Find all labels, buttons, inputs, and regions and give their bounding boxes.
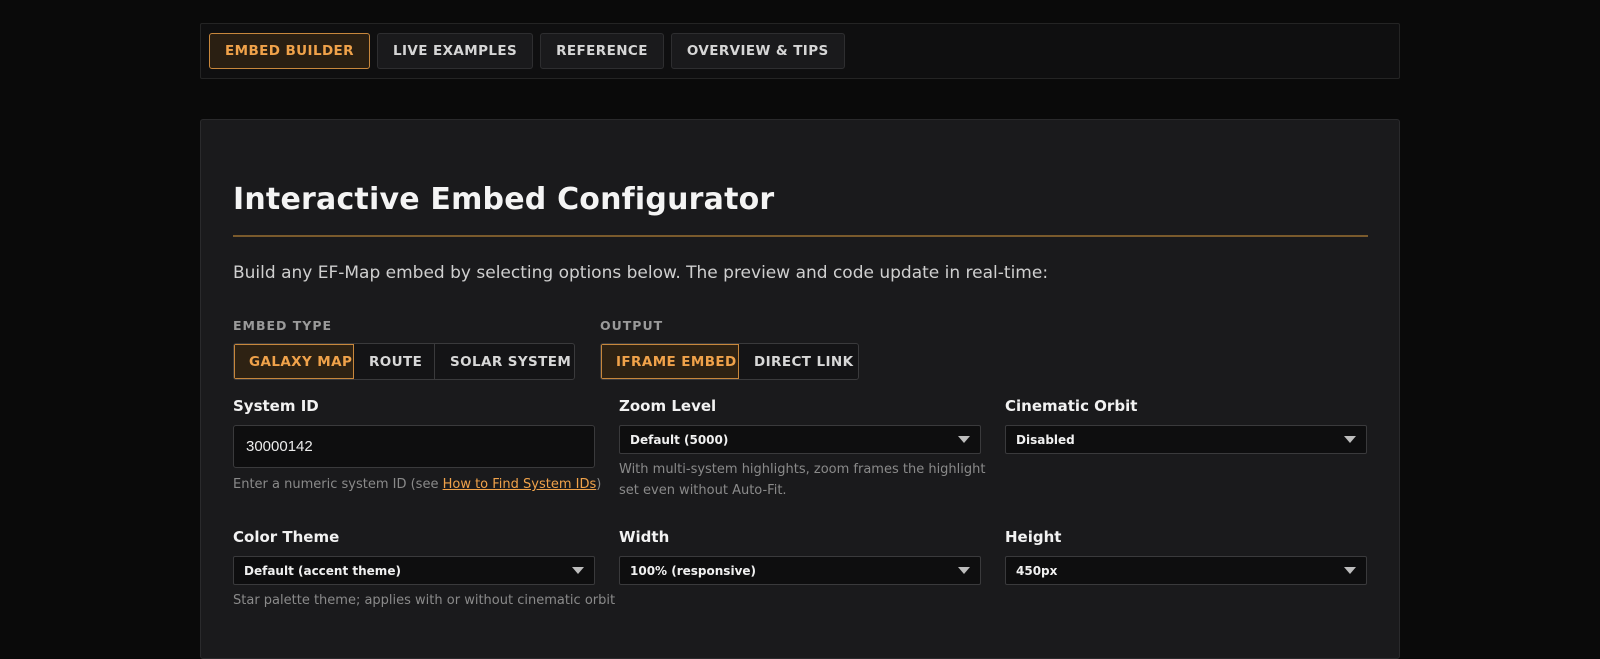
color-theme-label: Color Theme (233, 528, 340, 546)
chevron-down-icon (572, 567, 584, 574)
chevron-down-icon (1344, 567, 1356, 574)
tab-reference[interactable]: REFERENCE (540, 33, 664, 69)
chevron-down-icon (1344, 436, 1356, 443)
embed-type-segmented: GALAXY MAP ROUTE SOLAR SYSTEM (233, 343, 575, 380)
cinematic-orbit-value: Disabled (1016, 432, 1075, 447)
chevron-down-icon (958, 436, 970, 443)
embed-type-galaxy-map[interactable]: GALAXY MAP (234, 344, 354, 379)
zoom-level-label: Zoom Level (619, 397, 717, 415)
output-label: OUTPUT (600, 318, 664, 333)
chevron-down-icon (958, 567, 970, 574)
configurator-panel: Interactive Embed Configurator Build any… (200, 119, 1400, 659)
cinematic-orbit-select[interactable]: Disabled (1005, 425, 1367, 454)
intro-text: Build any EF-Map embed by selecting opti… (233, 263, 1049, 283)
color-theme-value: Default (accent theme) (244, 563, 401, 578)
embed-type-route[interactable]: ROUTE (354, 344, 435, 379)
title-divider (233, 235, 1368, 237)
page-title: Interactive Embed Configurator (233, 182, 775, 217)
width-select[interactable]: 100% (responsive) (619, 556, 981, 585)
system-id-input[interactable] (233, 425, 595, 468)
zoom-level-help: With multi-system highlights, zoom frame… (619, 462, 986, 498)
height-select[interactable]: 450px (1005, 556, 1367, 585)
zoom-level-value: Default (5000) (630, 432, 729, 447)
cinematic-orbit-label: Cinematic Orbit (1005, 397, 1138, 415)
zoom-level-select[interactable]: Default (5000) (619, 425, 981, 454)
system-id-label: System ID (233, 397, 319, 415)
system-id-help: Enter a numeric system ID (see How to Fi… (233, 477, 602, 492)
output-segmented: IFRAME EMBED DIRECT LINK (600, 343, 859, 380)
embed-type-label: EMBED TYPE (233, 318, 333, 333)
tab-embed-builder[interactable]: EMBED BUILDER (209, 33, 370, 69)
width-value: 100% (responsive) (630, 563, 757, 578)
tab-live-examples[interactable]: LIVE EXAMPLES (376, 33, 534, 69)
tab-overview-tips[interactable]: OVERVIEW & TIPS (670, 33, 845, 69)
top-tab-bar: EMBED BUILDER LIVE EXAMPLES REFERENCE OV… (200, 23, 1400, 79)
height-value: 450px (1016, 563, 1058, 578)
color-theme-help: Star palette theme; applies with or with… (233, 593, 616, 608)
output-direct-link[interactable]: DIRECT LINK (739, 344, 858, 379)
embed-type-solar-system[interactable]: SOLAR SYSTEM (435, 344, 574, 379)
height-label: Height (1005, 528, 1062, 546)
color-theme-select[interactable]: Default (accent theme) (233, 556, 595, 585)
find-system-ids-link[interactable]: How to Find System IDs (443, 477, 597, 492)
output-iframe-embed[interactable]: IFRAME EMBED (601, 344, 739, 379)
width-label: Width (619, 528, 670, 546)
